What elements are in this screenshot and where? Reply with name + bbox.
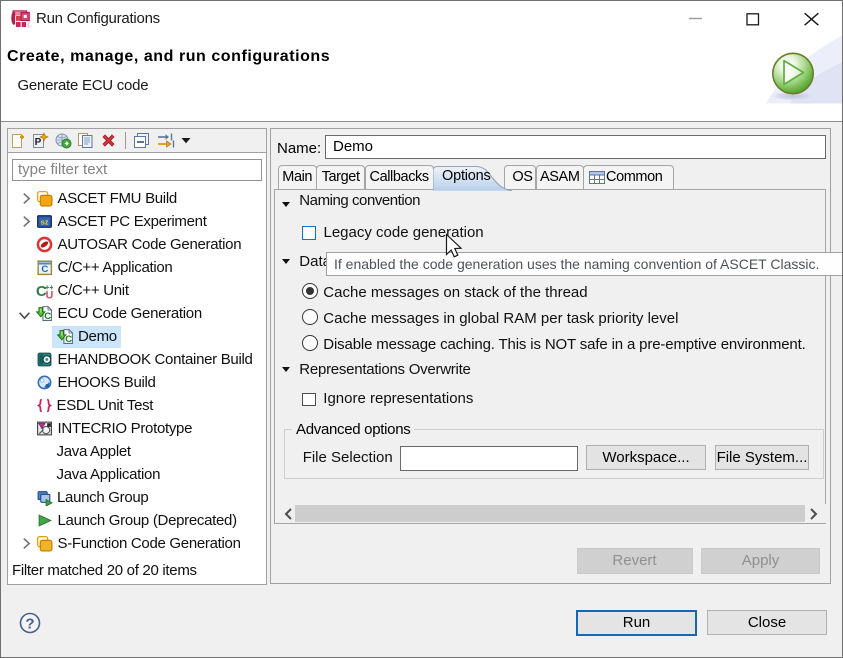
svg-text:?: ? (25, 616, 34, 633)
svg-text:P: P (35, 137, 42, 148)
